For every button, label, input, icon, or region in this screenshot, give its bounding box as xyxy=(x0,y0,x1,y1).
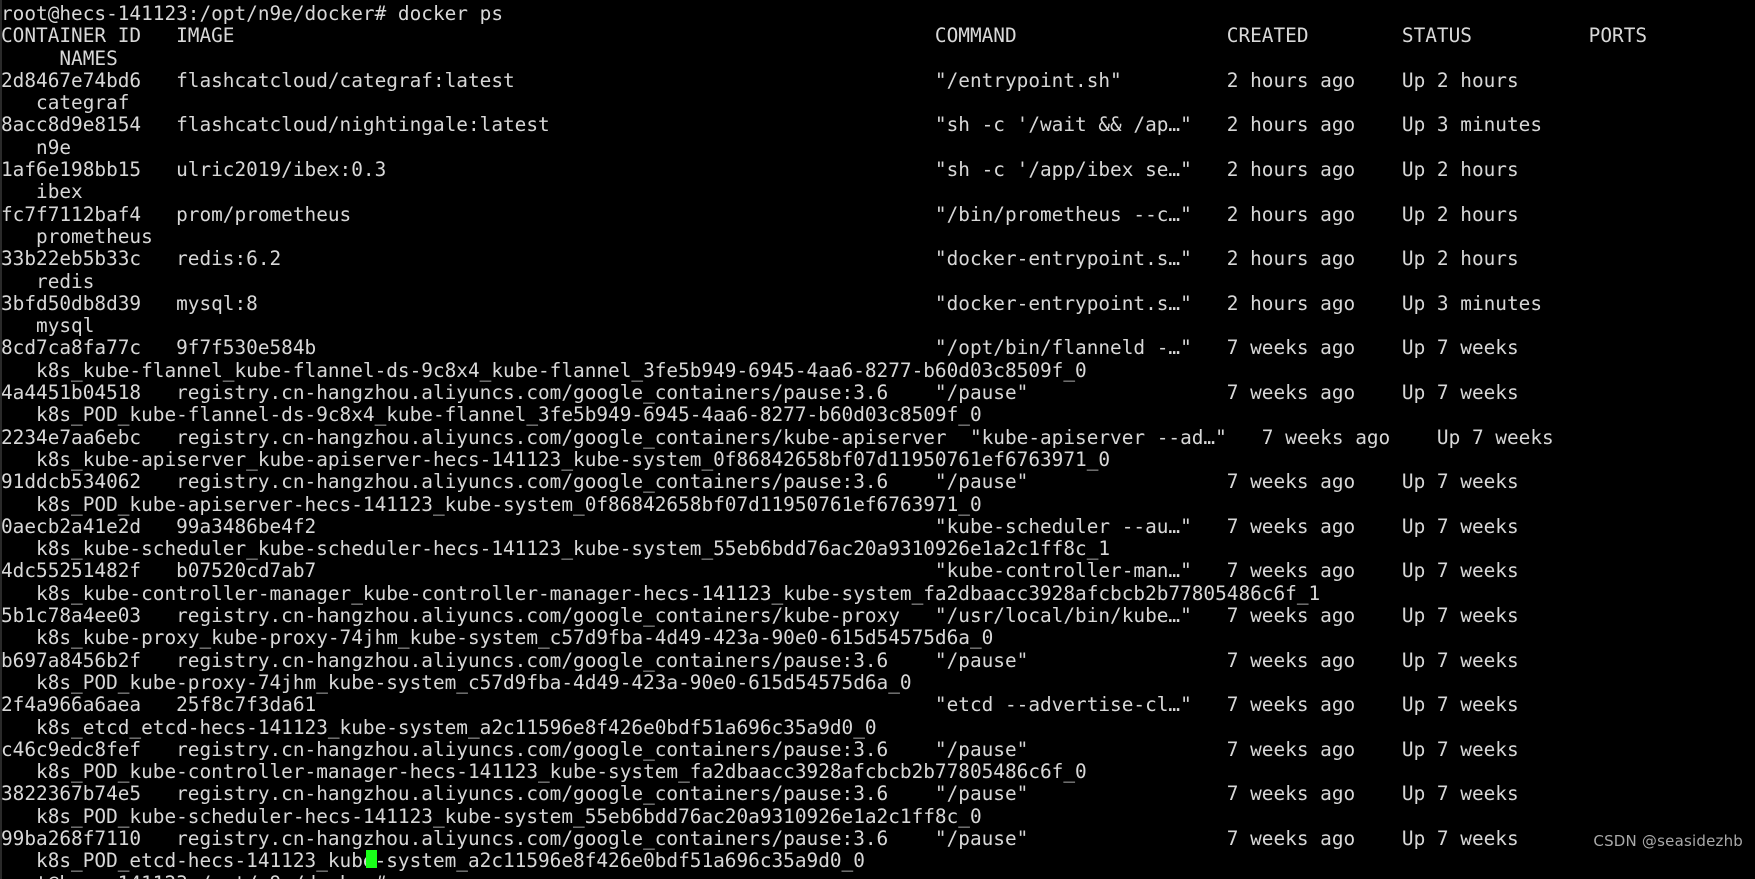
table-row: b697a8456b2f registry.cn-hangzhou.aliyun… xyxy=(1,648,1589,672)
table-row-names: k8s_POD_kube-scheduler-hecs-141123_kube-… xyxy=(1,804,982,828)
table-row-names: categraf xyxy=(1,91,130,115)
table-row-names: k8s_kube-apiserver_kube-apiserver-hecs-1… xyxy=(1,447,1111,471)
table-row-names: redis xyxy=(1,269,95,293)
table-row: 2f4a966a6aea 25f8c7f3da61 "etcd --advert… xyxy=(1,693,1589,717)
table-row: fc7f7112baf4 prom/prometheus "/bin/prome… xyxy=(1,202,1589,226)
table-row-names: k8s_POD_etcd-hecs-141123_kube-system_a2c… xyxy=(1,849,865,873)
table-header-line-2: NAMES xyxy=(1,46,118,70)
table-header-line-1: CONTAINER ID IMAGE COMMAND CREATED STATU… xyxy=(1,24,1648,48)
table-row: 3822367b74e5 registry.cn-hangzhou.aliyun… xyxy=(1,782,1589,806)
table-row: 5b1c78a4ee03 registry.cn-hangzhou.aliyun… xyxy=(1,604,1589,628)
terminal-window[interactable]: root@hecs-141123:/opt/n9e/docker# docker… xyxy=(0,0,1755,879)
table-row: 8acc8d9e8154 flashcatcloud/nightingale:l… xyxy=(1,113,1589,137)
table-row: 1af6e198bb15 ulric2019/ibex:0.3 "sh -c '… xyxy=(1,158,1589,182)
command-prompt-line: root@hecs-141123:/opt/n9e/docker# docker… xyxy=(1,2,503,25)
table-row: 0aecb2a41e2d 99a3486be4f2 "kube-schedule… xyxy=(1,514,1589,538)
table-row: 2234e7aa6ebc registry.cn-hangzhou.aliyun… xyxy=(1,425,1624,449)
table-row: c46c9edc8fef registry.cn-hangzhou.aliyun… xyxy=(1,737,1589,761)
table-row-names: k8s_POD_kube-controller-manager-hecs-141… xyxy=(1,760,1087,784)
table-row-names: k8s_kube-proxy_kube-proxy-74jhm_kube-sys… xyxy=(1,626,994,650)
table-row: 99ba268f7110 registry.cn-hangzhou.aliyun… xyxy=(1,826,1589,850)
table-row: 8cd7ca8fa77c 9f7f530e584b "/opt/bin/flan… xyxy=(1,336,1589,360)
table-row-names: k8s_kube-controller-manager_kube-control… xyxy=(1,581,1321,605)
table-row: 3bfd50db8d39 mysql:8 "docker-entrypoint.… xyxy=(1,291,1589,315)
table-row-names: k8s_POD_kube-flannel-ds-9c8x4_kube-flann… xyxy=(1,403,982,427)
table-row: 2d8467e74bd6 flashcatcloud/categraf:late… xyxy=(1,68,1589,92)
final-prompt-line: root@hecs-141123:/opt/n9e/docker# xyxy=(1,872,1755,879)
table-row: 4a4451b04518 registry.cn-hangzhou.aliyun… xyxy=(1,381,1589,405)
table-row-names: n9e xyxy=(1,135,72,159)
table-row: 91ddcb534062 registry.cn-hangzhou.aliyun… xyxy=(1,470,1589,494)
table-row-names: k8s_POD_kube-apiserver-hecs-141123_kube-… xyxy=(1,492,982,516)
table-row: 33b22eb5b33c redis:6.2 "docker-entrypoin… xyxy=(1,247,1589,271)
terminal-cursor xyxy=(366,850,377,868)
container-list: 2d8467e74bd6 flashcatcloud/categraf:late… xyxy=(1,68,1755,873)
table-row-names: ibex xyxy=(1,180,83,204)
table-row-names: prometheus xyxy=(1,224,153,248)
table-row-names: mysql xyxy=(1,314,95,338)
terminal-left-border xyxy=(0,0,2,879)
table-row-names: k8s_kube-flannel_kube-flannel-ds-9c8x4_k… xyxy=(1,358,1087,382)
table-row-names: k8s_kube-scheduler_kube-scheduler-hecs-1… xyxy=(1,537,1111,561)
table-row-names: k8s_POD_kube-proxy-74jhm_kube-system_c57… xyxy=(1,670,912,694)
csdn-watermark: CSDN @seasidezhb xyxy=(1593,831,1743,850)
table-row: 4dc55251482f b07520cd7ab7 "kube-controll… xyxy=(1,559,1589,583)
table-row-names: k8s_etcd_etcd-hecs-141123_kube-system_a2… xyxy=(1,715,877,739)
